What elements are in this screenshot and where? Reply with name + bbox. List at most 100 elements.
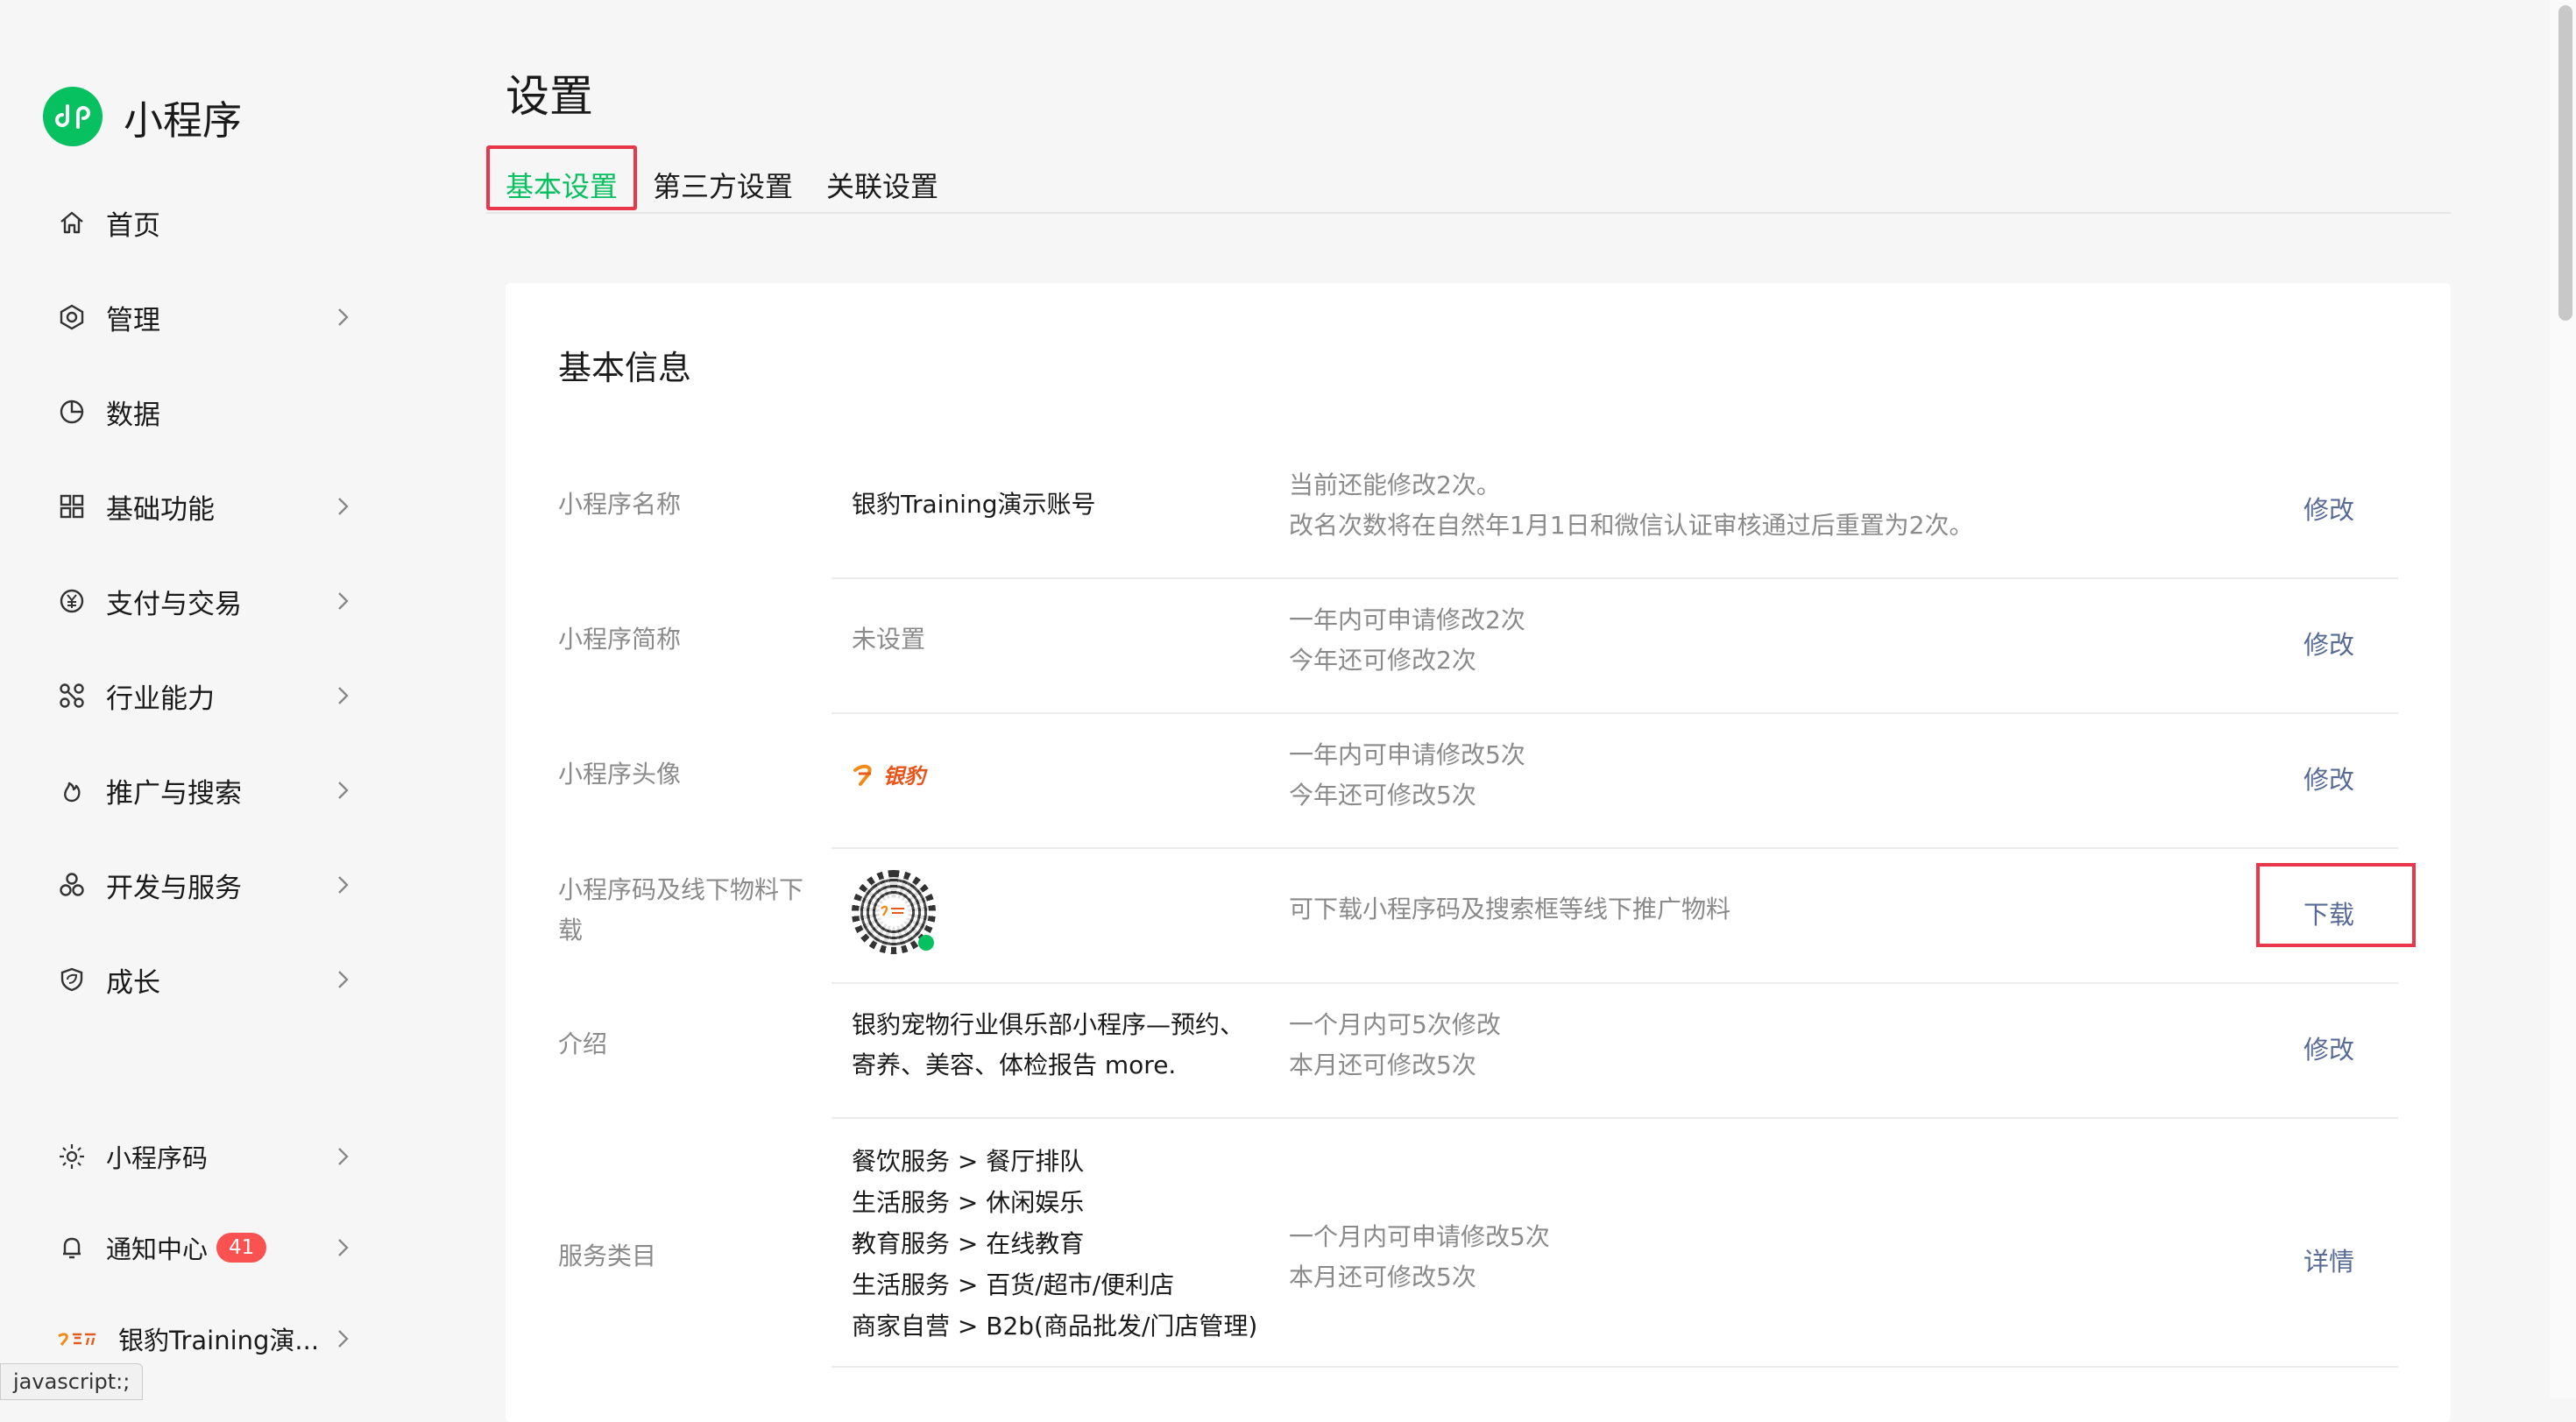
category-item: 商家自营 > B2b(商品批发/门店管理): [852, 1312, 1258, 1341]
chevron-right-icon: [338, 876, 349, 894]
tab-basic-settings[interactable]: 基本设置: [506, 165, 618, 205]
sidebar-item-promotion[interactable]: 推广与搜索: [57, 764, 355, 817]
brand-name: 小程序: [124, 96, 243, 144]
category-details-link[interactable]: 详情: [2304, 1242, 2354, 1278]
sidebar-item-dev-services[interactable]: 开发与服务: [57, 859, 355, 911]
pie-chart-icon: [57, 397, 87, 427]
category-item: 生活服务 > 休闲娱乐: [852, 1188, 1085, 1217]
yuan-icon: [57, 586, 87, 616]
modify-short-name-link[interactable]: 修改: [2304, 625, 2354, 661]
category-item: 教育服务 > 在线教育: [852, 1229, 1085, 1258]
row-tip: 一个月内可申请修改5次: [1289, 1222, 1550, 1251]
grid-icon: [57, 492, 87, 521]
modify-avatar-link[interactable]: 修改: [2304, 760, 2354, 796]
sidebar-item-label: 基础功能: [106, 493, 215, 526]
sidebar-item-label: 行业能力: [106, 683, 215, 715]
notification-count-badge: 41: [216, 1233, 267, 1263]
svg-text:银豹: 银豹: [883, 764, 928, 789]
modify-intro-link[interactable]: 修改: [2304, 1029, 2354, 1066]
row-tip: 当前还能修改2次。: [1289, 470, 1501, 499]
row-tip: 本月还可修改5次: [1289, 1051, 1476, 1079]
sidebar-item-home[interactable]: 首页: [57, 196, 355, 249]
row-tip: 本月还可修改5次: [1289, 1263, 1476, 1291]
sidebar: 小程序 首页 管理 数据 基础功能 支付与交易 行业能力 推广与搜索 开发与服务: [0, 0, 421, 1398]
sidebar-item-industry[interactable]: 行业能力: [57, 669, 355, 722]
divider: [832, 1117, 2398, 1119]
account-logo-icon: [58, 1333, 96, 1346]
row-value: 未设置: [852, 625, 926, 654]
basic-info-card: 基本信息 小程序名称 银豹Training演示账号 当前还能修改2次。 改名次数…: [506, 283, 2451, 1422]
chevron-right-icon: [338, 782, 349, 799]
divider: [832, 847, 2398, 849]
divider: [832, 982, 2398, 984]
divider: [832, 712, 2398, 714]
row-tip: 改名次数将在自然年1月1日和微信认证审核通过后重置为2次。: [1289, 511, 1974, 540]
chevron-right-icon: [338, 1239, 349, 1256]
row-label: 介绍: [558, 1029, 608, 1058]
row-tip: 一年内可申请修改2次: [1289, 605, 1525, 634]
row-label: 小程序简称: [558, 625, 682, 654]
sidebar-item-account[interactable]: 银豹Training演...: [57, 1312, 355, 1365]
row-label: 小程序名称: [558, 490, 682, 519]
divider: [832, 1366, 2398, 1368]
modify-name-link[interactable]: 修改: [2304, 490, 2354, 527]
sidebar-item-label: 推广与搜索: [106, 777, 242, 810]
category-item: 餐饮服务 > 餐厅排队: [852, 1147, 1085, 1176]
sidebar-item-basic-features[interactable]: 基础功能: [57, 480, 355, 533]
shield-leaf-icon: [57, 965, 87, 994]
flame-icon: [57, 775, 87, 805]
card-title: 基本信息: [558, 349, 692, 387]
row-tip: 一个月内可5次修改: [1289, 1010, 1501, 1039]
chevron-right-icon: [338, 308, 349, 326]
row-label: 服务类目: [558, 1242, 657, 1270]
sidebar-item-payment[interactable]: 支付与交易: [57, 575, 355, 627]
sidebar-item-label: 成长: [106, 966, 160, 999]
settings-tabs: 基本设置 第三方设置 关联设置: [486, 145, 2451, 214]
row-value: 银豹Training演示账号: [852, 490, 1096, 519]
row-label: 小程序头像: [558, 760, 682, 789]
mini-program-code-image: [852, 870, 936, 954]
chevron-right-icon: [338, 1330, 349, 1348]
row-tip: 可下载小程序码及搜索框等线下推广物料: [1289, 895, 1731, 923]
scrollbar-thumb[interactable]: [2558, 5, 2572, 321]
chevron-right-icon: [338, 1148, 349, 1165]
avatar-logo-icon: 银豹: [853, 764, 928, 789]
chevron-right-icon: [338, 687, 349, 704]
row-tip: 今年还可修改5次: [1289, 781, 1476, 810]
sidebar-item-label: 开发与服务: [106, 872, 242, 904]
sidebar-item-notifications[interactable]: 通知中心 41: [57, 1221, 355, 1274]
sidebar-item-growth[interactable]: 成长: [57, 953, 355, 1006]
hexagon-settings-icon: [57, 302, 87, 332]
row-label: 载: [558, 916, 584, 944]
nodes-icon: [57, 681, 87, 711]
sidebar-item-label: 数据: [106, 399, 160, 431]
category-item: 生活服务 > 百货/超市/便利店: [852, 1270, 1175, 1299]
row-tip: 今年还可修改2次: [1289, 646, 1476, 675]
sidebar-item-label: 首页: [106, 209, 160, 242]
sidebar-account-label: 银豹Training演...: [118, 1326, 320, 1355]
page-title: 设置: [506, 71, 593, 122]
tab-linked-settings[interactable]: 关联设置: [826, 165, 938, 205]
chevron-right-icon: [338, 592, 349, 610]
home-icon: [57, 208, 87, 237]
row-value: 银豹宠物行业俱乐部小程序—预约、: [852, 1010, 1245, 1039]
mini-program-logo-icon: [43, 87, 103, 146]
page-scrollbar[interactable]: [2550, 0, 2576, 1398]
sidebar-item-label: 支付与交易: [106, 588, 242, 620]
sidebar-qrcode-label: 小程序码: [106, 1143, 209, 1173]
cubes-icon: [57, 870, 87, 900]
sidebar-item-data[interactable]: 数据: [57, 386, 355, 438]
sidebar-item-qrcode[interactable]: 小程序码: [57, 1130, 355, 1183]
sidebar-item-label: 管理: [106, 304, 160, 336]
brand[interactable]: 小程序: [43, 87, 242, 146]
qrcode-sun-icon: [57, 1142, 87, 1171]
row-value: 寄养、美容、体检报告 more.: [852, 1051, 1177, 1079]
chevron-right-icon: [338, 498, 349, 515]
divider: [832, 577, 2398, 579]
sidebar-item-manage[interactable]: 管理: [57, 291, 355, 343]
chevron-right-icon: [338, 971, 349, 988]
row-label: 小程序码及线下物料下: [558, 875, 804, 904]
tab-third-party-settings[interactable]: 第三方设置: [653, 165, 793, 205]
row-tip: 一年内可申请修改5次: [1289, 740, 1525, 769]
download-code-link[interactable]: 下载: [2304, 895, 2354, 931]
